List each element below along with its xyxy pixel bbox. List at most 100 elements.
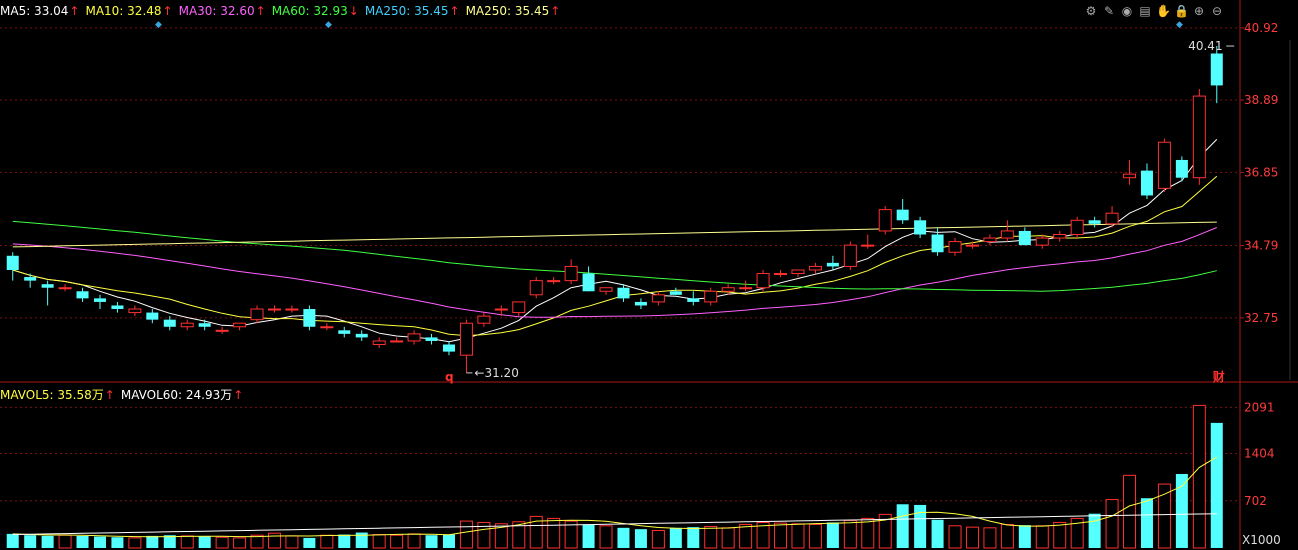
volume-bar[interactable] <box>425 535 438 548</box>
volume-bar[interactable] <box>651 530 665 549</box>
event-flag-label[interactable]: q <box>445 370 454 384</box>
volume-bar[interactable] <box>914 504 927 548</box>
volume-bar[interactable] <box>58 534 72 549</box>
candle[interactable] <box>564 259 578 285</box>
volume-bar[interactable] <box>76 535 89 548</box>
candle[interactable] <box>808 262 822 274</box>
candle[interactable] <box>547 277 561 285</box>
volume-bar[interactable] <box>338 534 351 548</box>
volume-bar[interactable] <box>320 534 334 549</box>
zoom-out-icon[interactable]: ⊖ <box>1210 4 1224 18</box>
candle[interactable] <box>843 241 857 270</box>
volume-bar[interactable] <box>285 535 299 549</box>
candle[interactable] <box>372 337 386 349</box>
candle[interactable] <box>355 330 368 341</box>
volume-bar[interactable] <box>843 519 857 549</box>
volume-bar[interactable] <box>93 536 106 548</box>
volume-bar[interactable] <box>1035 525 1049 549</box>
candle[interactable] <box>267 305 281 313</box>
volume-bar[interactable] <box>1192 404 1206 549</box>
volume-bar[interactable] <box>1140 498 1153 548</box>
volume-bar[interactable] <box>931 519 944 548</box>
volume-bar[interactable] <box>41 535 54 548</box>
candle[interactable] <box>338 326 351 338</box>
volume-bar[interactable] <box>599 525 613 549</box>
volume-bar[interactable] <box>407 533 421 549</box>
candle[interactable] <box>1000 220 1014 242</box>
volume-bar[interactable] <box>6 533 19 548</box>
candle[interactable] <box>1070 216 1084 239</box>
volume-bar[interactable] <box>24 535 37 548</box>
hand-icon[interactable]: ✋ <box>1156 4 1171 18</box>
candle[interactable] <box>6 252 19 281</box>
candle[interactable] <box>1192 88 1206 185</box>
volume-bar[interactable] <box>215 536 229 549</box>
volume-bar[interactable] <box>442 534 455 548</box>
candle[interactable] <box>24 273 37 288</box>
event-marker-icon[interactable]: ◆ <box>155 21 162 30</box>
volume-bar[interactable] <box>1018 525 1031 548</box>
candle[interactable] <box>687 291 700 306</box>
settings-icon[interactable]: ⚙ <box>1084 4 1098 18</box>
volume-bar[interactable] <box>1105 499 1119 549</box>
candle[interactable] <box>1053 230 1067 242</box>
volume-bar[interactable] <box>459 520 473 549</box>
volume-bar[interactable] <box>1088 513 1101 548</box>
candle[interactable] <box>442 340 455 356</box>
candle[interactable] <box>896 199 909 224</box>
volume-bar[interactable] <box>111 537 124 548</box>
volume-bar[interactable] <box>791 523 805 549</box>
volume-bar[interactable] <box>198 536 211 548</box>
candle[interactable] <box>948 238 962 256</box>
candle[interactable] <box>128 305 142 317</box>
volume-bar[interactable] <box>582 524 595 548</box>
volume-bar[interactable] <box>146 535 159 548</box>
candle[interactable] <box>983 234 997 246</box>
candle[interactable] <box>233 322 247 331</box>
candle[interactable] <box>634 298 647 310</box>
volume-bar[interactable] <box>896 504 909 548</box>
candle[interactable] <box>390 337 404 343</box>
candle[interactable] <box>1175 156 1188 182</box>
candle[interactable] <box>1210 46 1223 104</box>
candle[interactable] <box>303 305 316 331</box>
candle[interactable] <box>582 266 595 292</box>
candle[interactable] <box>41 280 54 306</box>
volume-bar[interactable] <box>1000 523 1014 549</box>
candle[interactable] <box>76 287 89 302</box>
candle[interactable] <box>617 284 630 302</box>
candle[interactable] <box>285 305 299 313</box>
volume-bar[interactable] <box>303 537 316 548</box>
candle[interactable] <box>669 287 682 295</box>
candle[interactable] <box>861 234 875 249</box>
volume-bar[interactable] <box>250 534 264 549</box>
candle[interactable] <box>826 255 839 270</box>
volume-bar[interactable] <box>1175 474 1188 548</box>
candle[interactable] <box>651 291 665 306</box>
volume-bar[interactable] <box>180 535 194 549</box>
volume-bar[interactable] <box>826 522 839 548</box>
volume-bar[interactable] <box>721 527 735 549</box>
candle[interactable] <box>774 269 788 278</box>
volume-bar[interactable] <box>1123 474 1137 549</box>
candle[interactable] <box>477 312 491 327</box>
candle[interactable] <box>146 309 159 324</box>
candle[interactable] <box>704 287 718 306</box>
volume-bar[interactable] <box>372 534 386 549</box>
candle[interactable] <box>739 280 753 292</box>
volume-bar[interactable] <box>1210 422 1223 548</box>
candle[interactable] <box>756 269 770 292</box>
eye-icon[interactable]: ◉ <box>1120 4 1134 18</box>
volume-bar[interactable] <box>983 527 997 549</box>
event-flag-label[interactable]: 财 <box>1212 369 1225 384</box>
candle[interactable] <box>529 277 543 299</box>
volume-bar[interactable] <box>669 527 682 548</box>
volume-bar[interactable] <box>128 537 142 549</box>
candle[interactable] <box>93 294 106 310</box>
volume-bar[interactable] <box>390 534 404 549</box>
event-marker-icon[interactable]: ◆ <box>1176 21 1183 30</box>
candle[interactable] <box>914 216 927 239</box>
candle[interactable] <box>512 301 526 317</box>
candle[interactable] <box>599 287 613 295</box>
candle[interactable] <box>1018 227 1031 246</box>
